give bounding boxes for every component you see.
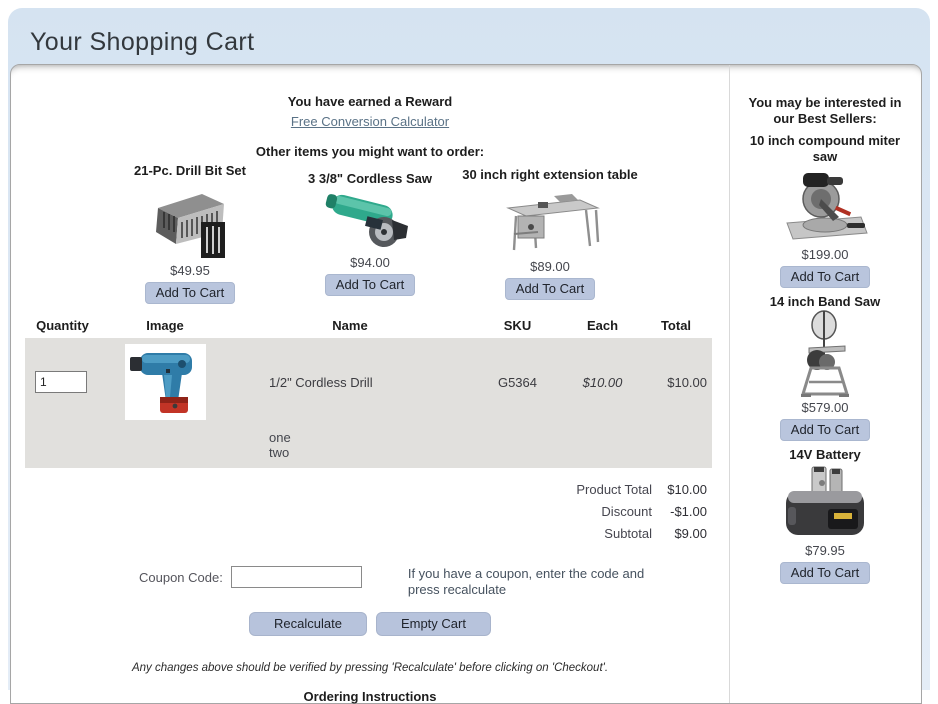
best-seller-miter-saw: 10 inch compound miter saw $199.00 Add T… <box>730 133 920 288</box>
subtotal-value: $9.00 <box>652 526 707 541</box>
suggested-products-row: 21-Pc. Drill Bit Set <box>11 162 729 304</box>
product-name: 14 inch Band Saw <box>740 294 910 310</box>
add-to-cart-button[interactable]: Add To Cart <box>145 282 235 304</box>
cordless-saw-image[interactable] <box>280 190 460 252</box>
add-to-cart-button[interactable]: Add To Cart <box>780 562 870 584</box>
column-header-quantity: Quantity <box>25 318 100 333</box>
cart-item-notes: one two <box>25 426 712 460</box>
best-sellers-heading: You may be interested in our Best Seller… <box>739 95 911 127</box>
cart-action-buttons: Recalculate Empty Cart <box>11 612 729 636</box>
best-seller-battery: 14V Battery $79.95 Add To Cart <box>730 447 920 584</box>
suggested-product-cordless-saw: 3 3/8" Cordless Saw <box>280 171 460 296</box>
column-header-each: Each <box>565 318 640 333</box>
note-line: one <box>269 430 712 445</box>
product-price: $94.00 <box>280 255 460 270</box>
recalculate-note: Any changes above should be verified by … <box>11 662 729 674</box>
column-header-sku: SKU <box>470 318 565 333</box>
product-total-value: $10.00 <box>652 482 707 497</box>
discount-label: Discount <box>601 504 652 519</box>
suggested-product-extension-table: 30 inch right extension table <box>460 167 640 300</box>
main-content: You have earned a Reward Free Conversion… <box>11 65 729 703</box>
miter-saw-image[interactable] <box>730 165 920 245</box>
cordless-drill-image[interactable] <box>125 344 206 420</box>
product-name: 10 inch compound miter saw <box>740 133 910 165</box>
quantity-input[interactable] <box>35 371 87 393</box>
best-seller-band-saw: 14 inch Band Saw $579.00 Add To Cart <box>730 294 920 441</box>
extension-table-image[interactable] <box>460 186 640 256</box>
product-name: 21-Pc. Drill Bit Set <box>100 163 280 178</box>
best-sellers-sidebar: You may be interested in our Best Seller… <box>729 65 920 703</box>
suggested-product-drill-bit-set: 21-Pc. Drill Bit Set <box>100 163 280 304</box>
reward-heading: You have earned a Reward <box>11 94 729 109</box>
coupon-section: Coupon Code: If you have a coupon, enter… <box>139 566 729 598</box>
cart-item-total-price: $10.00 <box>640 375 712 390</box>
coupon-code-input[interactable] <box>231 566 362 588</box>
product-total-label: Product Total <box>576 482 652 497</box>
column-header-image: Image <box>100 318 230 333</box>
column-header-total: Total <box>640 318 712 333</box>
subtotal-label: Subtotal <box>604 526 652 541</box>
recalculate-button[interactable]: Recalculate <box>249 612 367 636</box>
empty-cart-button[interactable]: Empty Cart <box>376 612 491 636</box>
cart-item-row: 1/2" Cordless Drill G5364 $10.00 $10.00 … <box>25 338 712 468</box>
cart-totals: Product Total $10.00 Discount -$1.00 Sub… <box>25 478 712 544</box>
product-price: $49.95 <box>100 263 280 278</box>
note-line: two <box>269 445 712 460</box>
coupon-code-label: Coupon Code: <box>139 566 223 585</box>
cart-item-each-price: $10.00 <box>565 375 640 390</box>
add-to-cart-button[interactable]: Add To Cart <box>505 278 595 300</box>
add-to-cart-button[interactable]: Add To Cart <box>780 419 870 441</box>
product-price: $579.00 <box>730 400 920 415</box>
column-header-name: Name <box>230 318 470 333</box>
product-name: 3 3/8" Cordless Saw <box>280 171 460 186</box>
discount-value: -$1.00 <box>652 504 707 519</box>
battery-image[interactable] <box>730 463 920 541</box>
suggestions-heading: Other items you might want to order: <box>11 144 729 159</box>
band-saw-image[interactable] <box>730 310 920 398</box>
drill-bit-set-image[interactable] <box>100 182 280 260</box>
add-to-cart-button[interactable]: Add To Cart <box>780 266 870 288</box>
cart-item-sku: G5364 <box>470 375 565 390</box>
product-price: $89.00 <box>460 259 640 274</box>
cart-table-header: Quantity Image Name SKU Each Total <box>25 318 712 333</box>
product-name: 14V Battery <box>740 447 910 463</box>
free-conversion-calculator-link[interactable]: Free Conversion Calculator <box>11 114 729 129</box>
product-price: $199.00 <box>730 247 920 262</box>
product-name: 30 inch right extension table <box>460 167 640 182</box>
ordering-instructions-heading: Ordering Instructions <box>11 689 729 704</box>
cart-panel: You have earned a Reward Free Conversion… <box>10 64 922 704</box>
add-to-cart-button[interactable]: Add To Cart <box>325 274 415 296</box>
product-price: $79.95 <box>730 543 920 558</box>
coupon-help-text: If you have a coupon, enter the code and… <box>408 566 658 598</box>
cart-item-name: 1/2" Cordless Drill <box>230 375 470 390</box>
page-title: Your Shopping Cart <box>8 8 930 57</box>
